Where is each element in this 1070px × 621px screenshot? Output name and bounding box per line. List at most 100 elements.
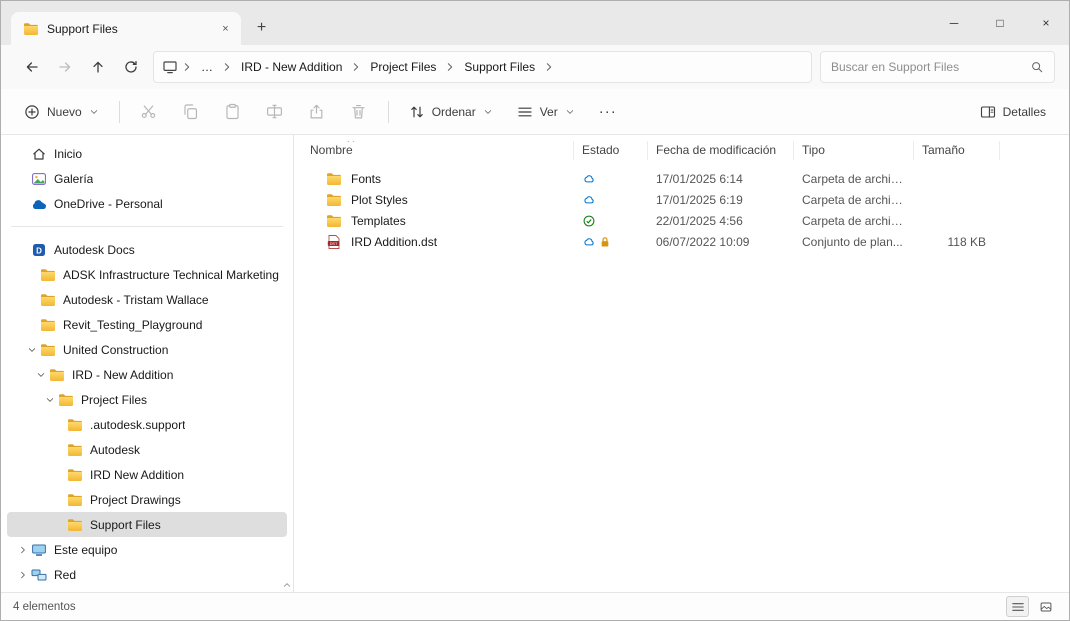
chevron-right-icon[interactable]	[542, 61, 556, 73]
chevron-right-icon[interactable]	[349, 61, 363, 73]
new-button[interactable]: Nuevo	[13, 95, 110, 129]
onedrive-icon	[31, 196, 49, 212]
main-area: Inicio Galería OneDrive - Personal Autodesk…	[1, 135, 1069, 592]
file-row-templates[interactable]: Templates 22/01/2025 4:56 Carpeta de archi…	[302, 210, 1069, 231]
sidebar-item-autodesk[interactable]: Autodesk	[7, 437, 287, 462]
column-header-estado[interactable]: Estado	[574, 141, 648, 160]
sidebar-item-ird-new-addition[interactable]: IRD New Addition	[7, 462, 287, 487]
back-button[interactable]	[15, 52, 48, 83]
plus-circle-icon	[24, 104, 40, 120]
breadcrumb-item[interactable]: Project Files	[363, 57, 443, 77]
sidebar-item-galer-a[interactable]: Galería	[7, 166, 287, 191]
minimize-button[interactable]: ─	[931, 1, 977, 44]
sidebar-item-label: IRD New Addition	[90, 467, 185, 482]
cut-button[interactable]	[129, 95, 169, 129]
chevron-down-icon	[89, 107, 99, 117]
toolbar-separator	[118, 100, 120, 123]
up-button[interactable]	[81, 52, 114, 83]
close-button[interactable]: ×	[1023, 1, 1069, 44]
sidebar-item-label: .autodesk.support	[90, 417, 186, 432]
address-bar[interactable]: … IRD - New Addition Project Files Support …	[153, 51, 812, 83]
details-view-button[interactable]	[1006, 596, 1029, 617]
file-row-plot-styles[interactable]: Plot Styles 17/01/2025 6:19 Carpeta de arc…	[302, 189, 1069, 210]
chevron-right-icon[interactable]	[220, 61, 234, 73]
sidebar-item-ird-new-addition[interactable]: IRD - New Addition	[7, 362, 287, 387]
maximize-button[interactable]: □	[977, 1, 1023, 44]
chevron-down-icon[interactable]	[33, 370, 49, 380]
sidebar-item-este-equipo[interactable]: Este equipo	[7, 537, 287, 562]
folder-icon	[49, 367, 67, 383]
rename-button[interactable]	[255, 95, 295, 129]
search-icon[interactable]	[1030, 60, 1044, 74]
sidebar-item-project-drawings[interactable]: Project Drawings	[7, 487, 287, 512]
file-row-ird-addition-dst[interactable]: IRD Addition.dst 06/07/2022 10:09 Conjunto…	[302, 231, 1069, 252]
sidebar-item-red[interactable]: Red	[7, 562, 287, 587]
chevron-down-icon[interactable]	[42, 395, 58, 405]
home-icon	[31, 146, 49, 162]
sidebar-item-adsk-infrastructure-technical-marketing[interactable]: ADSK Infrastructure Technical Marketing	[7, 262, 287, 287]
navigation-bar: … IRD - New Addition Project Files Support …	[1, 45, 1069, 89]
view-button[interactable]: Ver	[506, 95, 586, 129]
folder-icon	[67, 492, 85, 508]
sidebar-item-label: Autodesk - Tristam Wallace	[63, 292, 209, 307]
details-pane-button[interactable]: Detalles	[969, 95, 1057, 129]
sidebar-item-inicio[interactable]: Inicio	[7, 141, 287, 166]
breadcrumb-ellipsis[interactable]: …	[194, 57, 220, 77]
navigation-pane: Inicio Galería OneDrive - Personal Autodesk…	[1, 135, 294, 592]
sidebar-item-label: Project Files	[81, 392, 148, 407]
file-modified-date: 22/01/2025 4:56	[656, 213, 743, 228]
sidebar-item-support-files[interactable]: Support Files	[7, 512, 287, 537]
breadcrumb-item[interactable]: Support Files	[457, 57, 542, 77]
file-name: Fonts	[351, 171, 382, 186]
file-status-cell	[574, 214, 648, 228]
tab-close-button[interactable]: ×	[216, 19, 235, 38]
chevron-right-icon[interactable]	[180, 61, 194, 73]
sidebar-item-autodesk-docs[interactable]: Autodesk Docs	[7, 237, 287, 262]
chevron-down-icon[interactable]	[24, 345, 40, 355]
file-row-fonts[interactable]: Fonts 17/01/2025 6:14 Carpeta de archivos	[302, 168, 1069, 189]
file-name: Templates	[351, 213, 406, 228]
delete-button[interactable]	[339, 95, 379, 129]
file-list-header: Nombre Estado Fecha de modificación Tipo Tam…	[302, 137, 1069, 164]
sort-icon	[409, 104, 425, 120]
new-tab-button[interactable]: +	[249, 15, 274, 40]
search-box[interactable]	[820, 51, 1055, 83]
folder-icon	[326, 213, 342, 229]
chevron-right-icon[interactable]	[443, 61, 457, 73]
paste-button[interactable]	[213, 95, 253, 129]
file-name-cell: Plot Styles	[302, 192, 574, 208]
more-options-button[interactable]: ···	[588, 95, 628, 129]
file-name: IRD Addition.dst	[351, 234, 438, 249]
column-header-tamano[interactable]: Tamaño	[914, 141, 1000, 160]
breadcrumb-item[interactable]: IRD - New Addition	[234, 57, 349, 77]
scroll-up-icon[interactable]	[282, 580, 292, 590]
file-name-cell: Fonts	[302, 171, 574, 187]
column-header-label: Tamaño	[922, 143, 965, 157]
sidebar-item-onedrive-personal[interactable]: OneDrive - Personal	[7, 191, 287, 216]
chevron-right-icon[interactable]	[15, 570, 31, 580]
sidebar-item-united-construction[interactable]: United Construction	[7, 337, 287, 362]
forward-button[interactable]	[48, 52, 81, 83]
file-status-cell	[574, 193, 648, 207]
view-button-label: Ver	[539, 104, 558, 119]
sidebar-item-revit-testing-playground[interactable]: Revit_Testing_Playground	[7, 312, 287, 337]
refresh-button[interactable]	[114, 52, 147, 83]
search-input[interactable]	[831, 60, 1022, 74]
copy-button[interactable]	[171, 95, 211, 129]
file-modified-date: 06/07/2022 10:09	[656, 234, 750, 249]
sort-button[interactable]: Ordenar	[398, 95, 504, 129]
sidebar-item-project-files[interactable]: Project Files	[7, 387, 287, 412]
tab-support-files[interactable]: Support Files ×	[11, 12, 241, 45]
chevron-right-icon[interactable]	[15, 545, 31, 555]
column-header-fecha[interactable]: Fecha de modificación	[648, 141, 794, 160]
sidebar-item-autodesk-support[interactable]: .autodesk.support	[7, 412, 287, 437]
share-button[interactable]	[297, 95, 337, 129]
column-header-nombre[interactable]: Nombre	[302, 141, 574, 160]
column-header-tipo[interactable]: Tipo	[794, 141, 914, 160]
file-type: Carpeta de archivos	[802, 192, 910, 207]
thumbnails-view-button[interactable]	[1034, 596, 1057, 617]
sidebar-item-autodesk-tristam-wallace[interactable]: Autodesk - Tristam Wallace	[7, 287, 287, 312]
new-button-label: Nuevo	[47, 104, 82, 119]
synced-status-icon	[582, 214, 596, 228]
details-pane-label: Detalles	[1002, 104, 1046, 119]
